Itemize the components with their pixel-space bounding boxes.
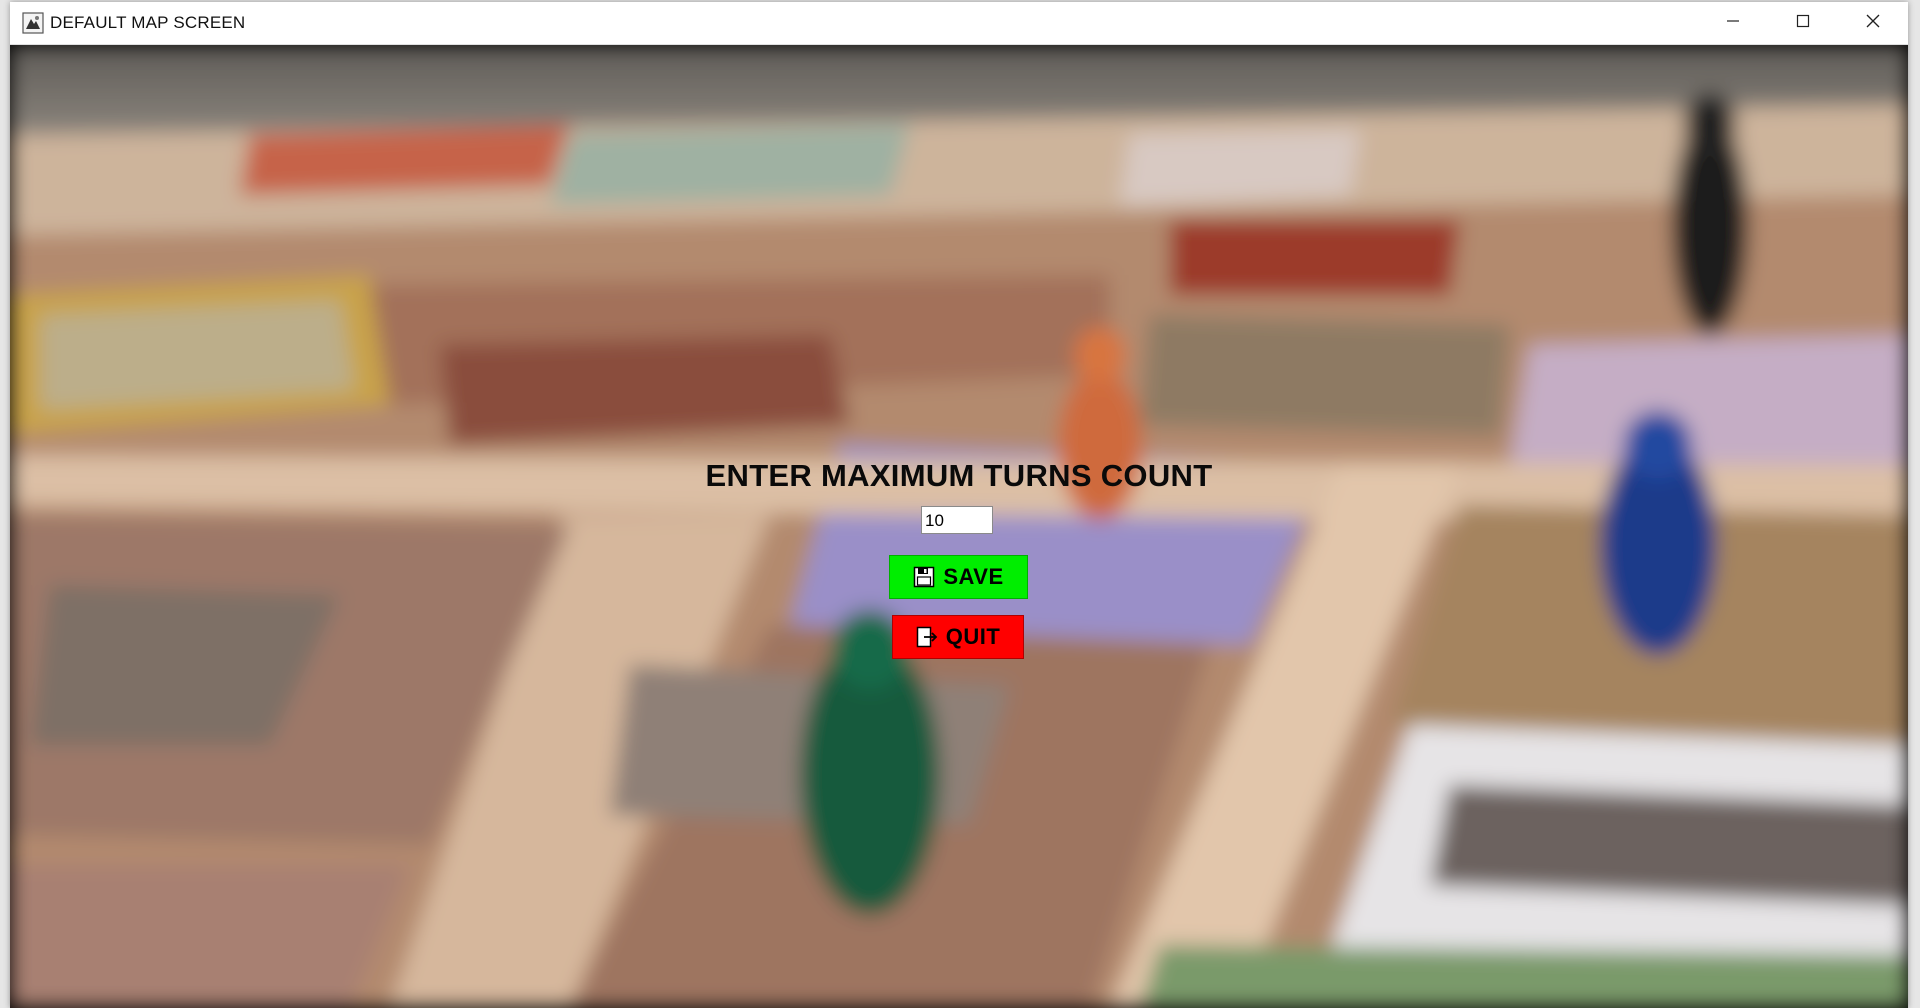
- title-bar: DEFAULT MAP SCREEN: [10, 2, 1908, 45]
- turns-dialog: ENTER MAXIMUM TURNS COUNT SAVE: [10, 45, 1908, 1008]
- window-controls: [1698, 2, 1908, 44]
- app-window: DEFAULT MAP SCREEN ENTER MAXIMUM TURNS C…: [10, 2, 1908, 1008]
- window-title: DEFAULT MAP SCREEN: [50, 13, 246, 32]
- map-content: ENTER MAXIMUM TURNS COUNT SAVE: [10, 45, 1908, 1008]
- exit-icon: [916, 626, 938, 648]
- app-icon: [22, 12, 44, 34]
- close-icon: [1866, 14, 1880, 33]
- maximize-button[interactable]: [1768, 2, 1838, 44]
- save-button[interactable]: SAVE: [889, 555, 1028, 599]
- minimize-button[interactable]: [1698, 2, 1768, 44]
- quit-button[interactable]: QUIT: [892, 615, 1024, 659]
- maximize-icon: [1796, 14, 1810, 33]
- quit-button-label: QUIT: [945, 624, 1001, 649]
- save-button-label: SAVE: [943, 564, 1004, 589]
- max-turns-input[interactable]: [921, 506, 993, 534]
- max-turns-prompt: ENTER MAXIMUM TURNS COUNT: [705, 458, 1213, 493]
- minimize-icon: [1726, 14, 1740, 33]
- close-button[interactable]: [1838, 2, 1908, 44]
- floppy-disk-icon: [913, 566, 935, 588]
